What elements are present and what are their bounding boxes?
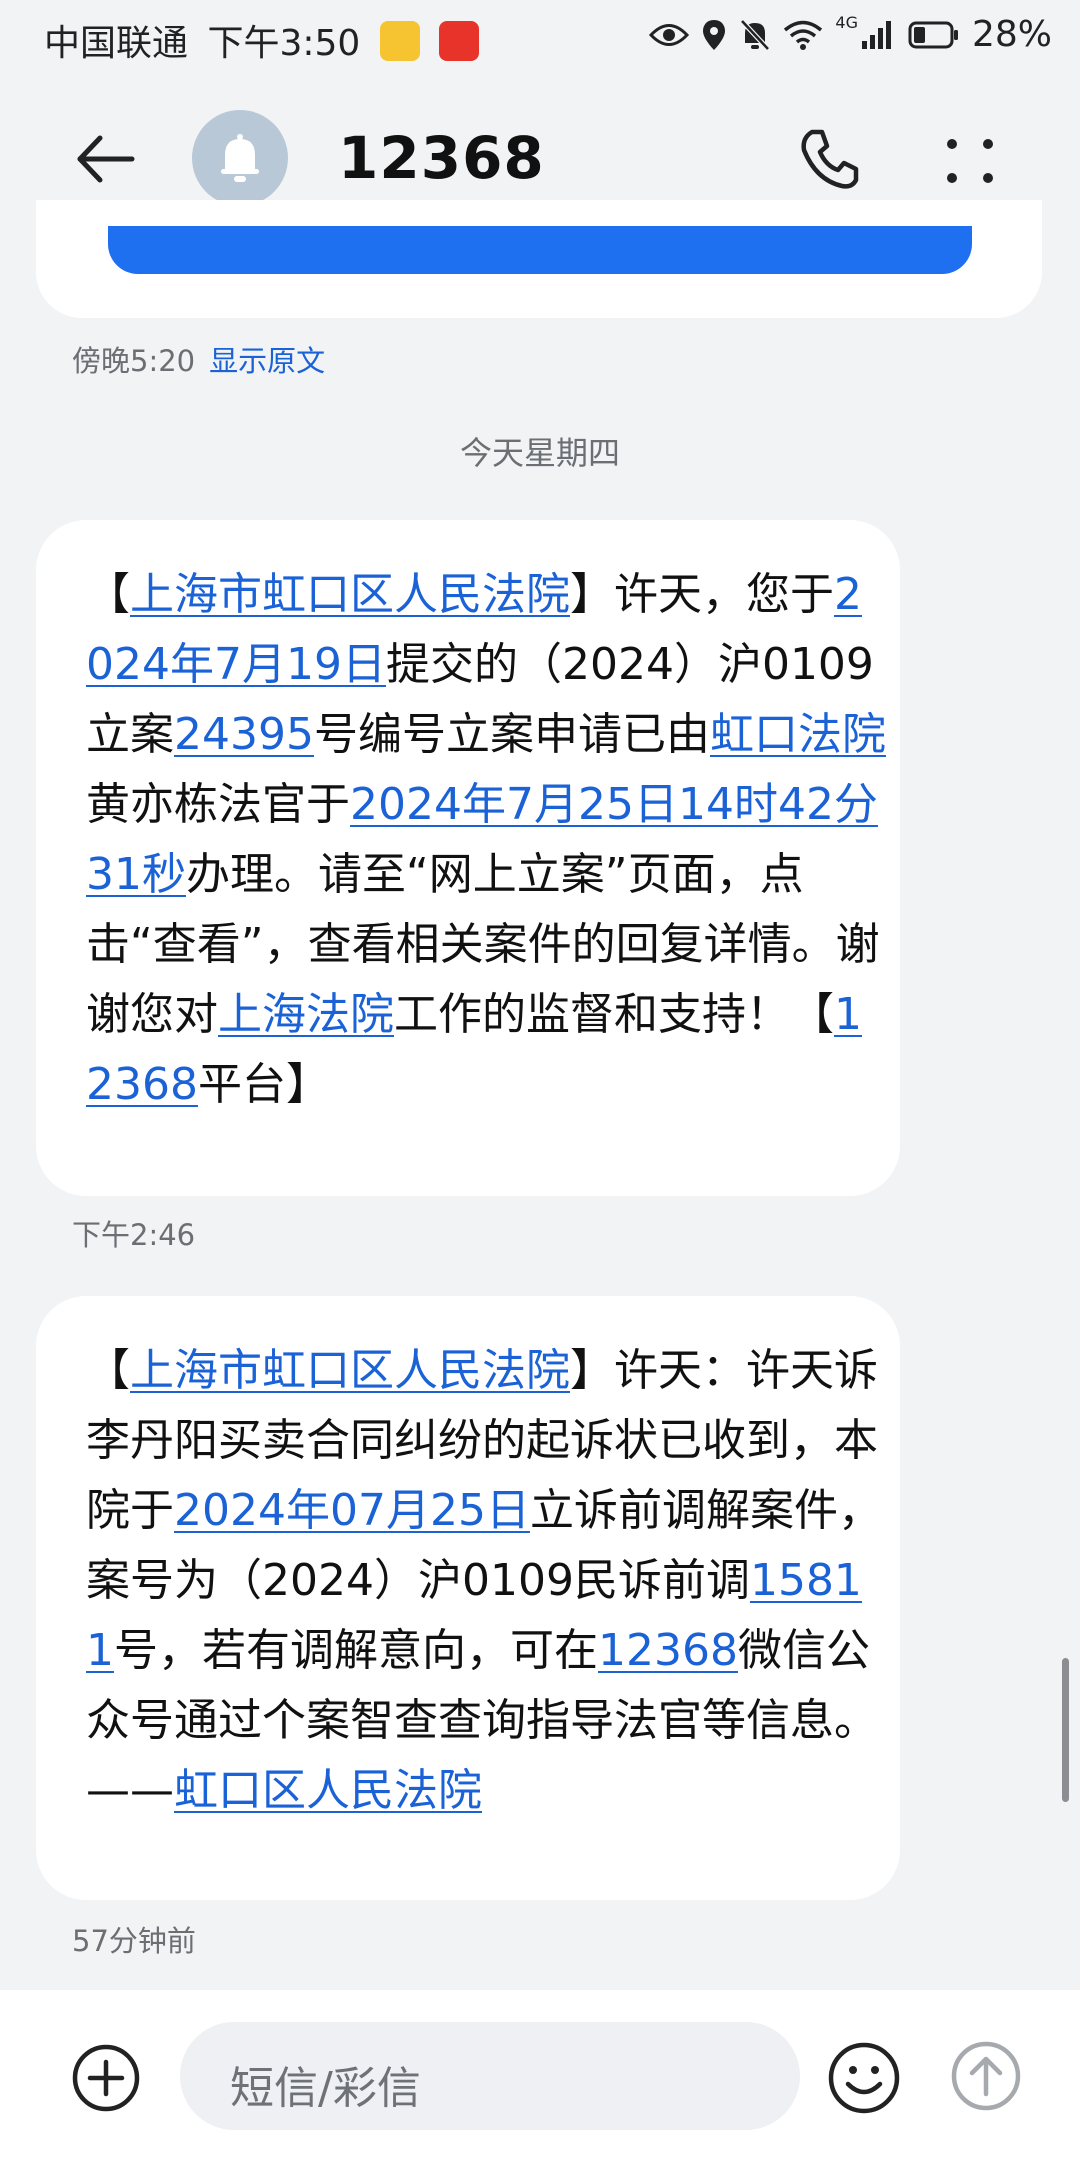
message-text-segment: 工作的监督和支持！【 [394,989,834,1040]
status-right: 4G 28% [649,13,1052,55]
message-link[interactable]: 虹口法院 [710,709,886,760]
status-left: 中国联通 下午3:50 [44,14,480,66]
more-dots-icon [947,139,993,183]
message-link[interactable]: 24395 [174,709,314,760]
message-time: 57分钟前 [72,1924,196,1958]
back-button[interactable] [70,124,140,194]
plus-circle-icon [72,2044,140,2112]
emoji-button[interactable] [826,2040,902,2116]
more-options-button[interactable] [940,126,1000,196]
clock-label: 下午3:50 [207,23,361,64]
message-text-segment: 号，若有调解意向，可在 [114,1625,598,1676]
date-separator: 今天星期四 [459,434,620,472]
message-text: 【上海市虹口区人民法院】许天：许天诉李丹阳买卖合同纠纷的起诉状已收到，本院于20… [86,1336,886,1826]
message-text-segment: 平台】 [197,1059,330,1110]
avatar[interactable] [192,110,288,206]
message-bubble[interactable]: 【上海市虹口区人民法院】许天，您于2024年7月19日提交的（2024）沪010… [36,520,900,1196]
network-label: 4G [835,13,858,32]
message-text-segment: 【 [86,1345,130,1396]
carrier-label: 中国联通 [44,23,189,64]
message-link[interactable]: 12368 [598,1625,738,1676]
card-action-button[interactable] [108,226,972,274]
signal-icon [861,20,891,49]
status-bar: 中国联通 下午3:50 4G 28% [0,0,1080,76]
message-text-segment: 号编号立案申请已由 [313,709,710,760]
scrollbar[interactable] [1062,1658,1069,1802]
message-input-placeholder: 短信/彩信 [230,2063,421,2114]
bell-icon [221,134,259,182]
send-button[interactable] [950,2040,1022,2112]
app-notification-icon-2 [439,21,480,61]
message-text-segment: 黄亦栋法官于 [86,779,350,830]
message-link[interactable]: 上海市虹口区人民法院 [130,1345,570,1396]
mute-bell-icon [740,18,771,51]
message-text-segment: 【 [86,569,130,620]
previous-message-time: 傍晚5:20 [72,344,196,378]
add-attachment-button[interactable] [70,2042,142,2114]
message-text-segment: 】许天，您于 [570,569,834,620]
message-link[interactable]: 虹口区人民法院 [174,1765,482,1816]
message-link[interactable]: 上海市虹口区人民法院 [130,569,570,620]
message-bubble[interactable]: 【上海市虹口区人民法院】许天：许天诉李丹阳买卖合同纠纷的起诉状已收到，本院于20… [36,1296,900,1900]
contact-title: 12368 [338,124,545,192]
battery-percent: 28% [971,14,1052,55]
location-icon [703,19,726,50]
send-arrow-icon [951,2041,1021,2111]
phone-icon [801,129,859,189]
message-time: 下午2:46 [72,1218,196,1252]
wifi-icon [784,20,823,50]
battery-icon [908,21,958,48]
previous-message-meta: 傍晚5:20 显示原文 [72,338,325,380]
show-original-link[interactable]: 显示原文 [209,344,325,378]
arrow-left-icon [77,135,135,183]
call-button[interactable] [794,124,864,194]
message-text: 【上海市虹口区人民法院】许天，您于2024年7月19日提交的（2024）沪010… [86,560,886,1120]
app-notification-icon [379,21,420,61]
message-link[interactable]: 上海法院 [218,989,394,1040]
eye-icon [649,23,690,46]
message-link[interactable]: 2024年07月25日 [174,1485,530,1536]
smiley-icon [828,2042,900,2114]
